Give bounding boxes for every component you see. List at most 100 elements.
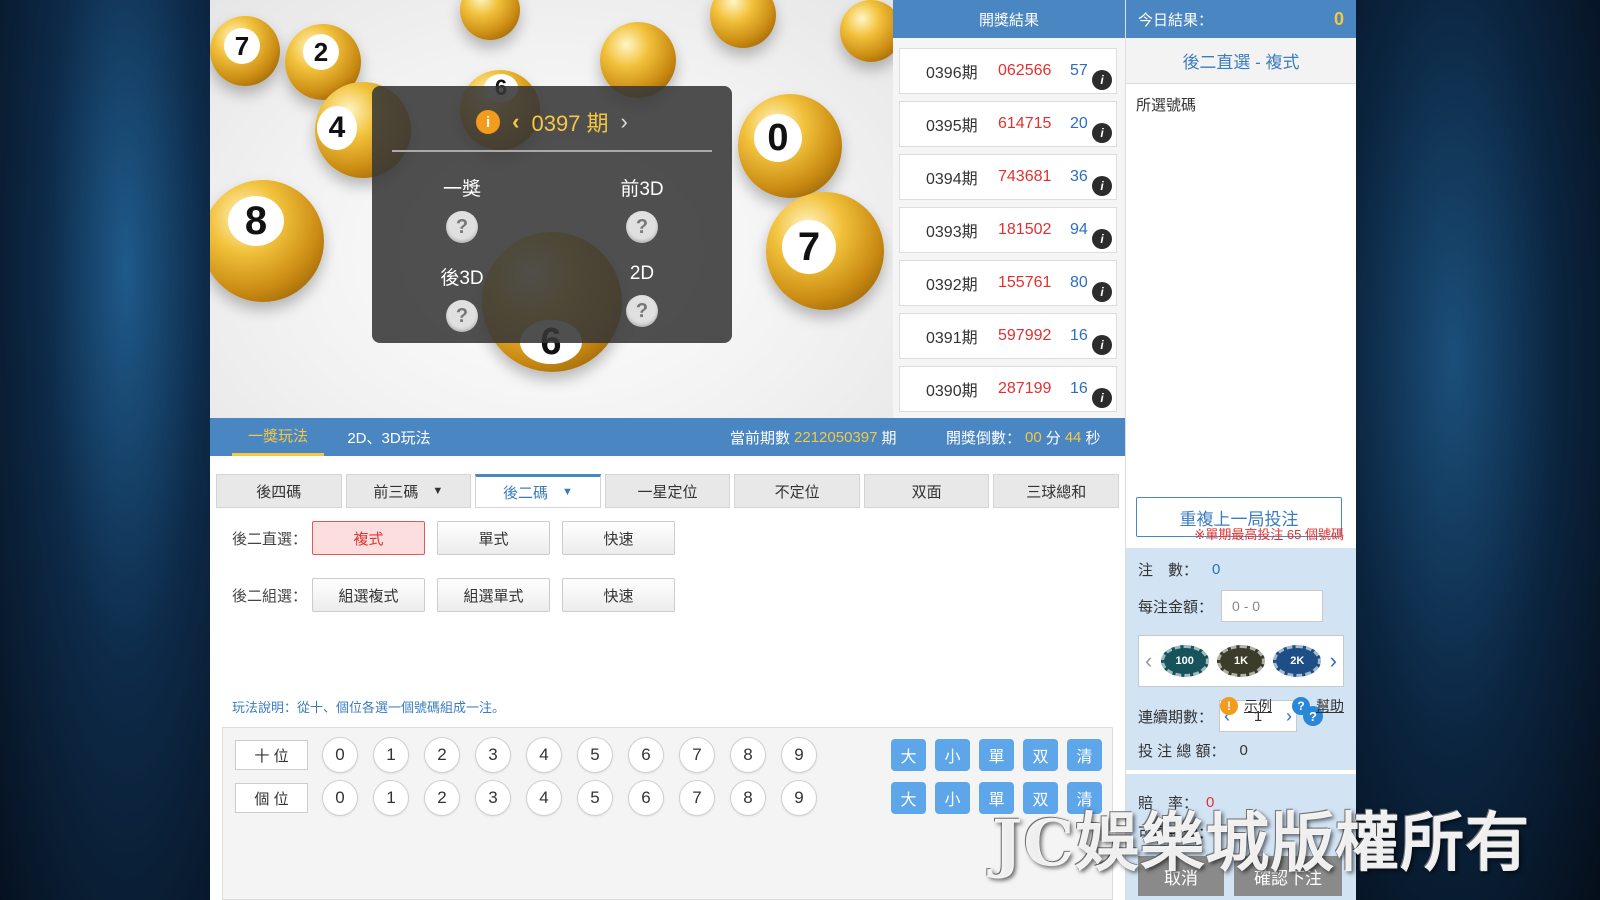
- digit-button[interactable]: 6: [628, 780, 664, 816]
- selected-mode-title: 後二直選 - 複式: [1126, 38, 1356, 84]
- info-icon[interactable]: i: [1092, 229, 1112, 249]
- group-compound-button[interactable]: 組選複式: [312, 578, 425, 612]
- chip-100[interactable]: 100: [1160, 645, 1209, 677]
- result-row[interactable]: 0391期 597992 16 i: [899, 313, 1117, 359]
- result-number: 181502: [998, 221, 1052, 238]
- quick-even-button[interactable]: 双: [1023, 739, 1058, 771]
- digit-button[interactable]: 2: [424, 737, 460, 773]
- info-icon[interactable]: i: [1092, 335, 1112, 355]
- subtab-three-ball-sum[interactable]: 三球總和: [993, 474, 1120, 508]
- digit-button[interactable]: 1: [373, 737, 409, 773]
- digit-button[interactable]: 5: [577, 737, 613, 773]
- result-row[interactable]: 0396期 062566 57 i: [899, 48, 1117, 94]
- digit-button[interactable]: 4: [526, 737, 562, 773]
- question-icon[interactable]: ?: [446, 300, 478, 332]
- prize-first: 一獎 ?: [402, 174, 522, 243]
- chevron-right-icon[interactable]: ›: [1330, 648, 1337, 674]
- digit-button[interactable]: 3: [475, 737, 511, 773]
- chip-2k[interactable]: 2K: [1273, 645, 1322, 677]
- current-period: 0397 期: [531, 111, 609, 136]
- bet-settings: 注 數： 0 每注金額： 0 - 0 ‹ 100 1K 2K › 連續期數： ‹…: [1126, 548, 1356, 770]
- direct-mode-label: 後二直選：: [232, 530, 308, 548]
- mode-compound-button[interactable]: 複式: [312, 521, 425, 555]
- digit-button[interactable]: 9: [781, 780, 817, 816]
- example-link[interactable]: 示例: [1244, 696, 1272, 716]
- quick-big-button[interactable]: 大: [891, 782, 926, 814]
- quick-small-button[interactable]: 小: [935, 739, 970, 771]
- question-icon: ?: [1292, 697, 1310, 715]
- chevron-left-icon[interactable]: ‹: [1145, 648, 1152, 674]
- subtab-last-four[interactable]: 後四碼: [216, 474, 342, 508]
- question-icon[interactable]: ?: [626, 295, 658, 327]
- ball-number: 8: [228, 196, 284, 246]
- ball-number: 7: [782, 220, 836, 274]
- subtab-unfixed[interactable]: 不定位: [734, 474, 860, 508]
- amount-input[interactable]: 0 - 0: [1221, 590, 1324, 622]
- lottery-app: 7 2 4 8 6 6 0 7 i ‹ 0397 期 › 一獎 ? 前3D ?: [210, 0, 1356, 900]
- info-icon[interactable]: i: [1092, 123, 1112, 143]
- quick-clear-button[interactable]: 清: [1067, 739, 1102, 771]
- lottery-ball: [840, 0, 893, 62]
- current-period-label: 當前期數: [730, 429, 791, 447]
- mode-single-button[interactable]: 單式: [437, 521, 550, 555]
- digit-button[interactable]: 2: [424, 780, 460, 816]
- quick-big-button[interactable]: 大: [891, 739, 926, 771]
- digit-button[interactable]: 5: [577, 780, 613, 816]
- result-number: 287199: [998, 380, 1052, 397]
- bet-sidebar: 今日結果： 0 後二直選 - 複式 所選號碼 重複上一局投注 注 數： 0 每注…: [1125, 0, 1356, 900]
- result-row[interactable]: 0394期 743681 36 i: [899, 154, 1117, 200]
- lottery-ball: 7: [210, 16, 280, 86]
- subtab-label: 後四碼: [256, 483, 302, 501]
- info-icon[interactable]: i: [1092, 282, 1112, 302]
- digit-button[interactable]: 0: [322, 737, 358, 773]
- result-row[interactable]: 0392期 155761 80 i: [899, 260, 1117, 306]
- digit-button[interactable]: 1: [373, 780, 409, 816]
- quick-odd-button[interactable]: 單: [979, 739, 1014, 771]
- info-icon[interactable]: i: [476, 110, 501, 134]
- subtab-one-star[interactable]: 一星定位: [604, 474, 731, 508]
- info-icon[interactable]: i: [1092, 388, 1112, 408]
- chevron-right-icon[interactable]: ›: [621, 109, 628, 135]
- subtab-label: 不定位: [774, 483, 820, 501]
- amount-label: 每注金額：: [1138, 598, 1214, 616]
- info-icon[interactable]: i: [1092, 176, 1112, 196]
- chip-1k[interactable]: 1K: [1216, 645, 1265, 677]
- digit-button[interactable]: 8: [730, 780, 766, 816]
- today-value: 0: [1333, 8, 1344, 29]
- result-row[interactable]: 0390期 287199 16 i: [899, 366, 1117, 412]
- hero-banner: 7 2 4 8 6 6 0 7 i ‹ 0397 期 › 一獎 ? 前3D ?: [210, 0, 893, 418]
- bet-count: 注 數： 0: [1138, 559, 1220, 580]
- digit-button[interactable]: 7: [679, 780, 715, 816]
- tab-2d-3d[interactable]: 2D、3D玩法: [336, 418, 442, 456]
- digit-button[interactable]: 0: [322, 780, 358, 816]
- digit-button[interactable]: 4: [526, 780, 562, 816]
- digit-button[interactable]: 3: [475, 780, 511, 816]
- play-tabs-bar: 一獎玩法 2D、3D玩法 當前期數 2212050397 期 開獎倒數： 00 …: [210, 418, 1125, 456]
- digit-button[interactable]: 7: [679, 737, 715, 773]
- question-icon[interactable]: ?: [626, 211, 658, 243]
- subtab-last-two[interactable]: 後二碼 ▼: [475, 474, 601, 508]
- question-icon[interactable]: ?: [446, 211, 478, 243]
- divider: [392, 150, 712, 152]
- group-single-button[interactable]: 組選單式: [437, 578, 550, 612]
- group-quick-button[interactable]: 快速: [562, 578, 675, 612]
- digit-button[interactable]: 6: [628, 737, 664, 773]
- chevron-left-icon[interactable]: ‹: [512, 109, 519, 135]
- warning-icon: !: [1220, 697, 1238, 715]
- mode-quick-button[interactable]: 快速: [562, 521, 675, 555]
- result-row[interactable]: 0395期 614715 20 i: [899, 101, 1117, 147]
- tab-first-prize[interactable]: 一獎玩法: [232, 418, 324, 456]
- digit-button[interactable]: 9: [781, 737, 817, 773]
- result-number: 155761: [998, 274, 1052, 291]
- result-number: 614715: [998, 115, 1052, 132]
- subtab-two-sides[interactable]: 双面: [863, 474, 990, 508]
- subtab-first-three[interactable]: 前三碼 ▼: [345, 474, 472, 508]
- result-number: 597992: [998, 327, 1052, 344]
- lottery-ball: [460, 0, 520, 40]
- digit-button[interactable]: 8: [730, 737, 766, 773]
- result-row[interactable]: 0393期 181502 94 i: [899, 207, 1117, 253]
- info-icon[interactable]: i: [1092, 70, 1112, 90]
- subtab-label: 前三碼: [373, 483, 419, 501]
- quick-small-button[interactable]: 小: [935, 782, 970, 814]
- help-link[interactable]: 幫助: [1316, 696, 1344, 716]
